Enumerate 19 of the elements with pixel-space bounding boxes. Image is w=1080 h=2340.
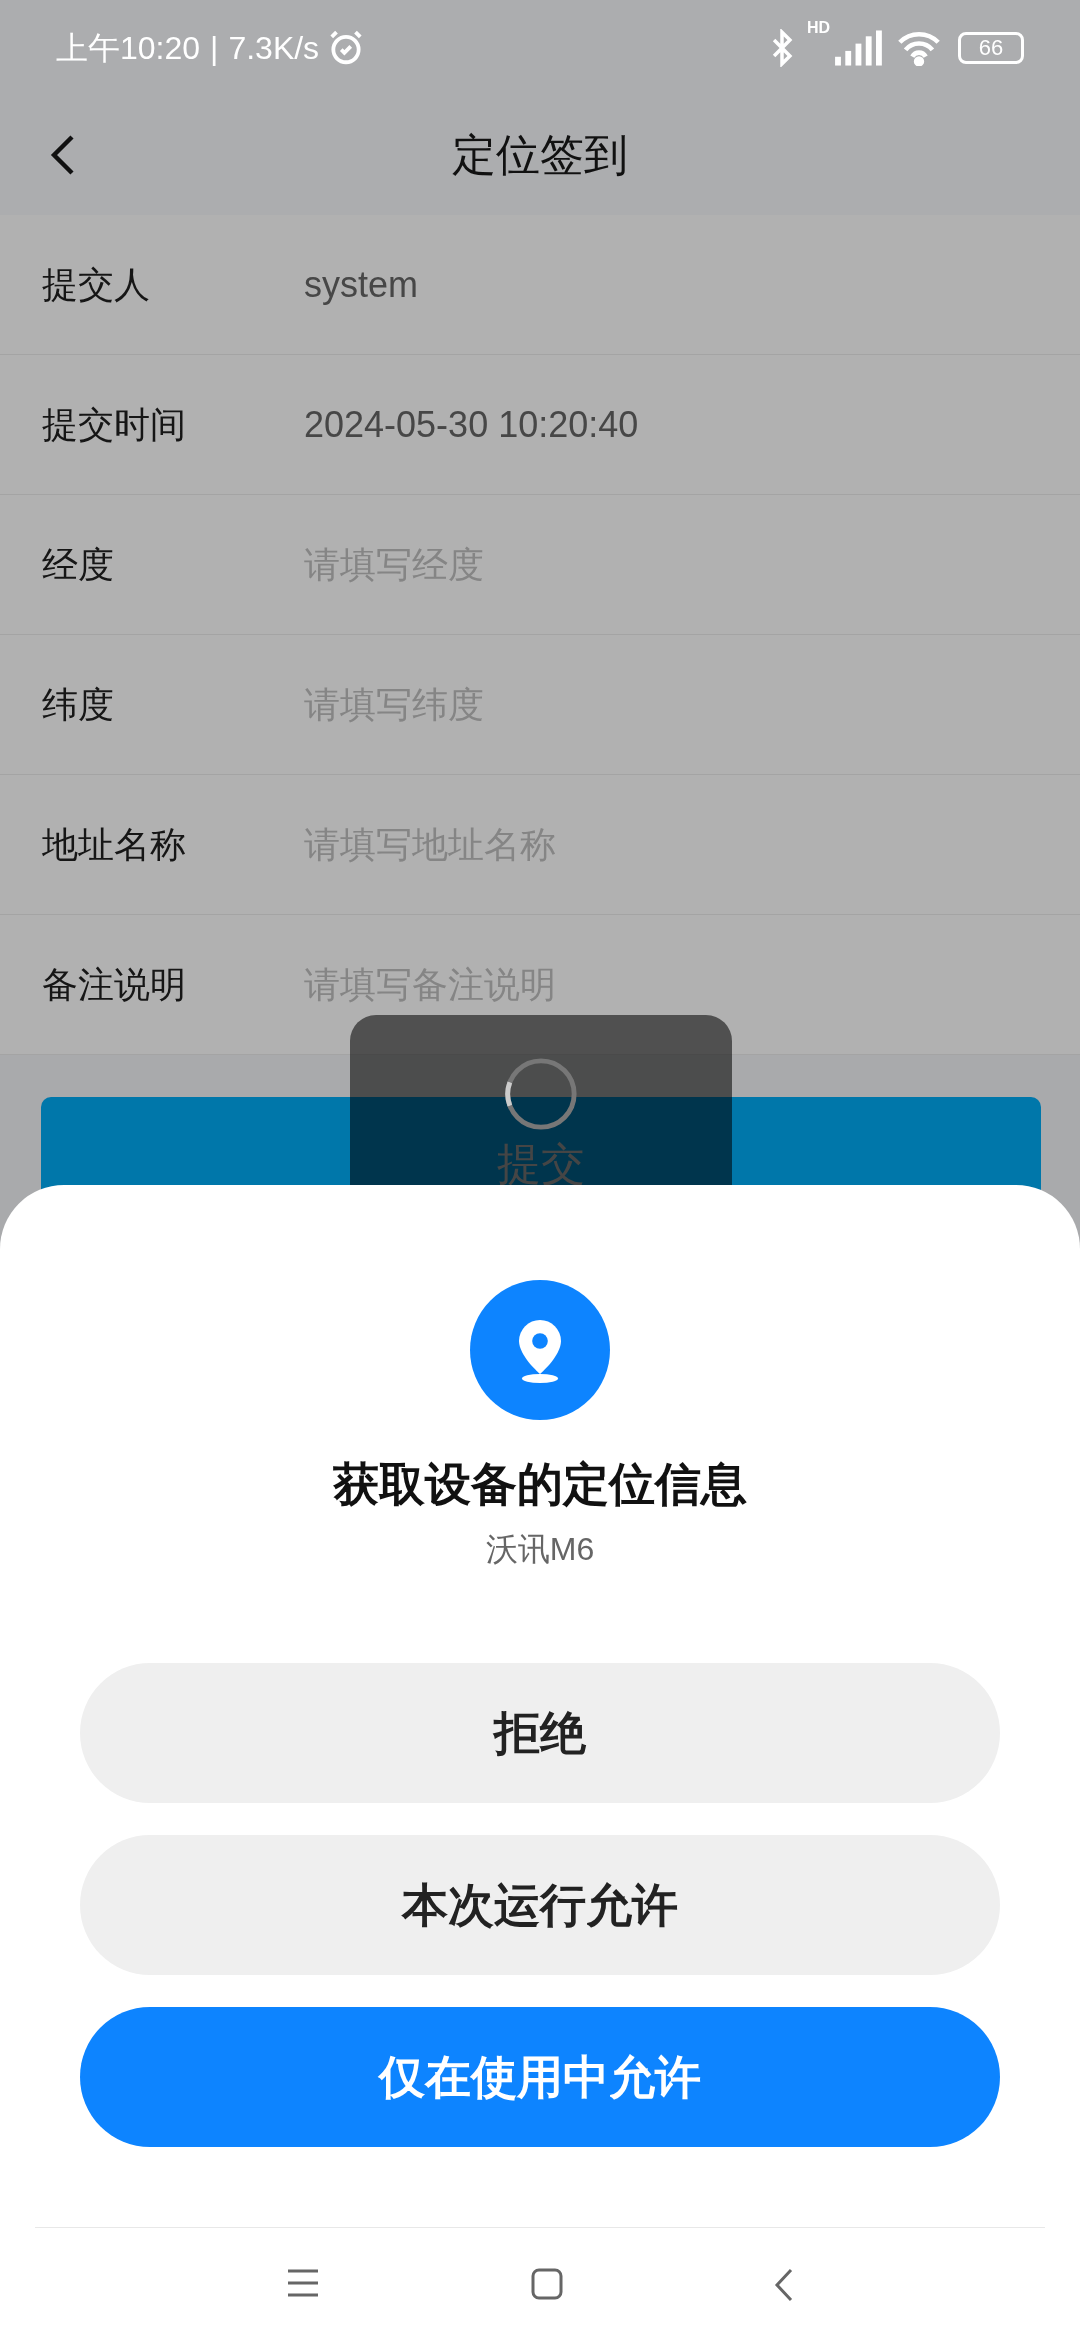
permission-button[interactable]: 本次运行允许: [80, 1835, 1000, 1975]
permission-button[interactable]: 仅在使用中允许: [80, 2007, 1000, 2147]
app-name: 沃讯M6: [485, 1530, 595, 1569]
permission-button[interactable]: 拒绝: [80, 1663, 1000, 1803]
page-title: 定位签到: [452, 129, 628, 181]
field-label: 经度: [42, 542, 115, 587]
field-value: system: [304, 262, 418, 307]
field-value: 2024-05-30 10:20:40: [304, 402, 639, 447]
field-label: 提交时间: [42, 402, 187, 447]
status-time: 上午10:20: [56, 28, 201, 68]
dialog-title: 获取设备的定位信息: [333, 1457, 747, 1512]
network-speed: 7.3K/s: [228, 28, 320, 68]
battery-indicator: 66: [958, 31, 1024, 64]
field-label: 提交人: [42, 262, 151, 307]
field-label: 备注说明: [42, 962, 187, 1007]
network-label: HD: [806, 20, 830, 36]
field-label: 纬度: [42, 682, 115, 727]
status-separator: |: [210, 28, 219, 68]
field-label: 地址名称: [42, 822, 187, 867]
